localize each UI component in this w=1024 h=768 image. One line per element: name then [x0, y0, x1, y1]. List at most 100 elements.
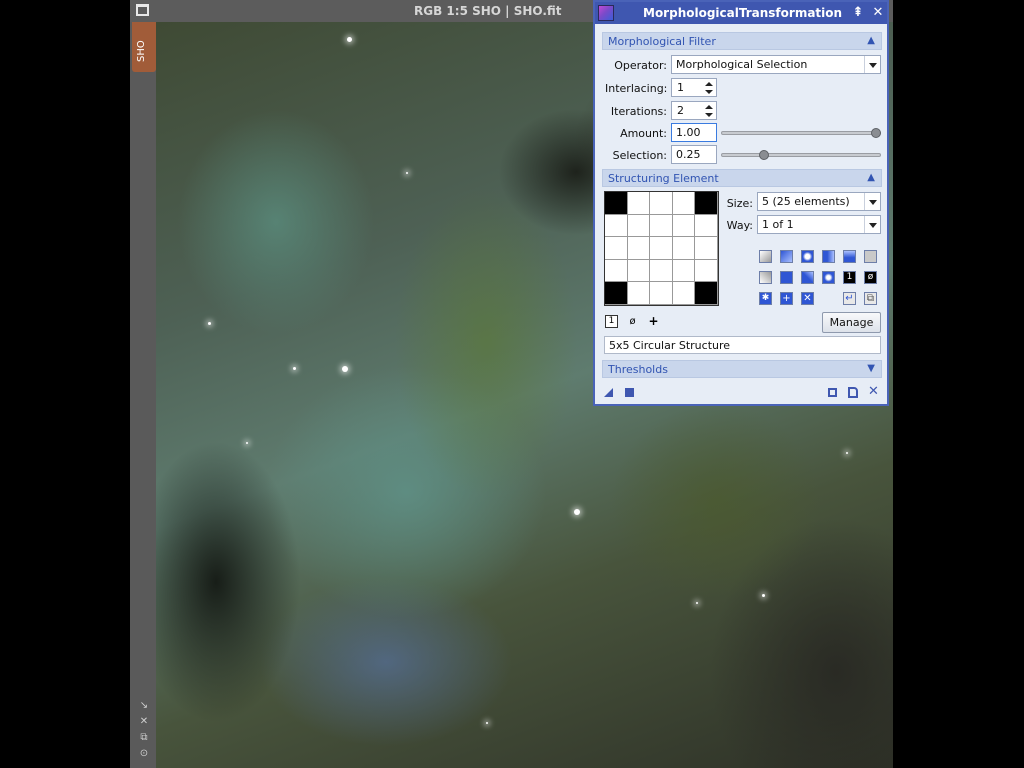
shade-icon[interactable]: ⇞ [851, 5, 865, 21]
structure-cell[interactable] [627, 214, 651, 238]
image-title: RGB 1:5 SHO | SHO.fit [414, 4, 562, 18]
vertical-structure-icon[interactable] [822, 250, 835, 263]
process-icon[interactable] [598, 5, 614, 21]
structure-cell[interactable] [695, 259, 718, 283]
chevron-down-icon[interactable] [864, 216, 880, 233]
copy-structure-icon[interactable]: ⧉ [864, 292, 877, 305]
settings-icon[interactable]: ⊙ [138, 748, 150, 760]
x-structure-icon[interactable]: ✕ [801, 292, 814, 305]
structure-cell[interactable] [695, 214, 718, 238]
star [347, 37, 352, 42]
structure-cell[interactable] [672, 259, 696, 283]
expand-icon[interactable]: ▼ [867, 362, 875, 376]
structure-cell[interactable] [605, 259, 628, 283]
structure-cell[interactable] [627, 237, 651, 260]
invert-element-label: + [648, 314, 659, 328]
way-select[interactable]: 1 of 1 [757, 215, 881, 234]
invert-element-icon[interactable]: + [647, 315, 660, 328]
selection-slider[interactable] [721, 153, 881, 157]
structure-cell[interactable] [650, 259, 673, 283]
spin-up-icon[interactable] [703, 80, 715, 88]
diagonal-icon[interactable] [801, 271, 814, 284]
diamond-structure-icon[interactable] [780, 250, 793, 263]
dialog-titlebar[interactable]: MorphologicalTransformation ⇞ ✕ [595, 2, 887, 24]
spin-up-icon[interactable] [703, 103, 715, 111]
fill-icon[interactable] [780, 271, 793, 284]
structure-cell[interactable] [695, 192, 718, 215]
new-instance-icon[interactable] [604, 388, 613, 397]
close-icon[interactable]: ✕ [871, 5, 885, 21]
set-element-label: 1 [608, 316, 615, 326]
amount-slider[interactable] [721, 131, 881, 135]
set-all-icon[interactable]: 1 [843, 271, 856, 284]
ring-icon[interactable] [822, 271, 835, 284]
interlacing-spinbox[interactable]: 1 [671, 78, 717, 97]
structure-cell[interactable] [695, 282, 718, 305]
structure-cell[interactable] [605, 282, 628, 305]
star-structure-icon[interactable]: ✱ [759, 292, 772, 305]
structure-cell[interactable] [627, 259, 651, 283]
structure-cell[interactable] [672, 237, 696, 260]
structure-cell[interactable] [695, 237, 718, 260]
manage-button[interactable]: Manage [822, 312, 881, 333]
section-structuring-element[interactable]: Structuring Element ▲ [602, 169, 882, 187]
amount-label: Amount: [620, 127, 667, 140]
zoom-icon[interactable]: ✕ [138, 716, 150, 728]
structure-cell[interactable] [650, 192, 673, 215]
spin-down-icon[interactable] [703, 88, 715, 96]
chevron-down-icon[interactable] [864, 193, 880, 210]
structure-cell[interactable] [650, 237, 673, 260]
reset-icon[interactable]: ✕ [868, 384, 879, 399]
orbital-structure-icon[interactable] [801, 250, 814, 263]
horizontal-structure-icon[interactable] [843, 250, 856, 263]
collapse-icon[interactable]: ▲ [867, 34, 875, 48]
identifier-tab[interactable]: SHO [132, 22, 156, 72]
section-thresholds[interactable]: Thresholds ▼ [602, 360, 882, 378]
structure-cell[interactable] [627, 192, 651, 215]
morphological-transformation-dialog[interactable]: MorphologicalTransformation ⇞ ✕ Morpholo… [593, 0, 889, 406]
size-select[interactable]: 5 (25 elements) [757, 192, 881, 211]
iterations-value: 2 [677, 104, 684, 117]
iterations-spinbox[interactable]: 2 [671, 101, 717, 120]
selection-value: 0.25 [676, 148, 701, 161]
rotate-left-icon[interactable] [759, 271, 772, 284]
structure-cell[interactable] [650, 282, 673, 305]
structure-cell[interactable] [672, 282, 696, 305]
section-title: Morphological Filter [608, 35, 716, 48]
structure-cell[interactable] [605, 237, 628, 260]
amount-input[interactable]: 1.00 [671, 123, 717, 142]
set-element-icon[interactable]: 1 [605, 315, 618, 328]
star [208, 322, 211, 325]
structure-cell[interactable] [672, 192, 696, 215]
cross-structure-icon[interactable]: + [780, 292, 793, 305]
apply-global-icon[interactable] [625, 388, 634, 397]
collapse-icon[interactable]: ▲ [867, 171, 875, 185]
structure-name-field[interactable]: 5x5 Circular Structure [604, 336, 881, 354]
structuring-element-grid[interactable] [604, 191, 719, 306]
clear-element-icon[interactable]: ø [626, 315, 639, 328]
circular-structure-icon[interactable] [759, 250, 772, 263]
selection-slider-handle[interactable] [758, 150, 769, 160]
window-icon[interactable] [136, 4, 149, 16]
selection-label: Selection: [612, 149, 667, 162]
apply-icon[interactable]: ↵ [843, 292, 856, 305]
copy-icon[interactable]: ⧉ [138, 732, 150, 744]
spin-down-icon[interactable] [703, 111, 715, 119]
section-morphological-filter[interactable]: Morphological Filter ▲ [602, 32, 882, 50]
image-side-panel: ↘ ✕ ⧉ ⊙ [130, 22, 156, 768]
square-structure-icon[interactable] [864, 250, 877, 263]
preview-icon[interactable] [828, 388, 837, 397]
structure-cell[interactable] [605, 192, 628, 215]
clear-all-icon[interactable]: ø [864, 271, 877, 284]
operator-select[interactable]: Morphological Selection [671, 55, 881, 74]
structure-cell[interactable] [605, 214, 628, 238]
structure-cell[interactable] [650, 214, 673, 238]
fit-icon[interactable]: ↘ [138, 700, 150, 712]
structure-cell[interactable] [672, 214, 696, 238]
document-icon[interactable] [848, 387, 858, 398]
chevron-down-icon[interactable] [864, 56, 880, 73]
amount-slider-handle[interactable] [871, 128, 881, 138]
selection-input[interactable]: 0.25 [671, 145, 717, 164]
structure-cell[interactable] [627, 282, 651, 305]
section-title: Structuring Element [608, 172, 719, 185]
